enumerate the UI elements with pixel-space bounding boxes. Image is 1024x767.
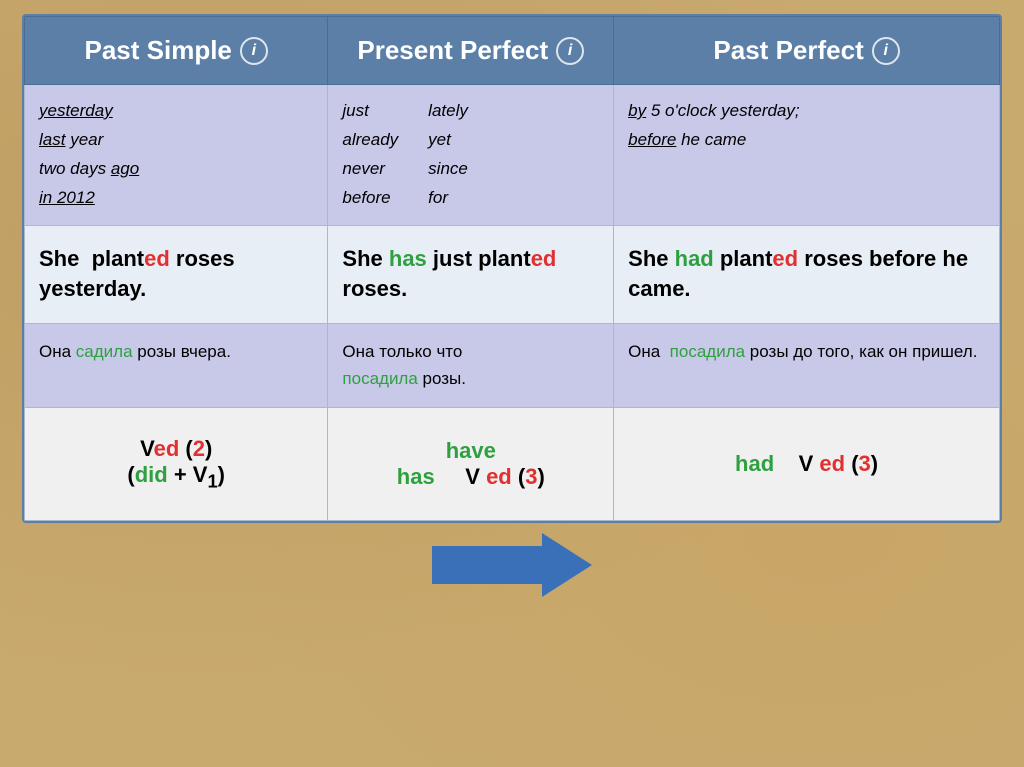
adverb-for: for xyxy=(428,184,468,213)
right-arrow xyxy=(432,533,592,597)
grammar-table: Past Simple i Present Perfect i Past Per… xyxy=(24,16,1000,521)
adverb-just: just xyxy=(342,97,398,126)
arrow-body xyxy=(432,546,542,584)
adverbs-col-left: just already never before xyxy=(342,97,398,213)
formula-ps-2: 2 xyxy=(193,436,205,461)
main-table-wrapper: Past Simple i Present Perfect i Past Per… xyxy=(22,14,1002,523)
formula-did: did xyxy=(135,462,168,487)
formula-pp-ed: ed xyxy=(486,464,512,489)
header-present-perfect: Present Perfect i xyxy=(328,17,614,85)
adverb-before: before xyxy=(342,184,398,213)
formula-have: have xyxy=(446,438,496,463)
formula-has: has xyxy=(397,464,435,489)
header-past-perfect: Past Perfect i xyxy=(614,17,1000,85)
adverbs-row: yesterday last year two days ago in 2012… xyxy=(25,85,1000,226)
adverb-yesterday: yesterday xyxy=(39,97,313,126)
past-simple-label: Past Simple xyxy=(85,35,232,66)
had-highlight: had xyxy=(675,246,714,271)
header-row: Past Simple i Present Perfect i Past Per… xyxy=(25,17,1000,85)
adverb-before-came: before he came xyxy=(628,126,985,155)
adverbs-col-right: lately yet since for xyxy=(428,97,468,213)
sentences-row: She planted roses yesterday. She has jus… xyxy=(25,225,1000,324)
adverb-last-year: last year xyxy=(39,126,313,155)
russian-past-perfect: Она посадила розы до того, как он пришел… xyxy=(614,324,1000,407)
russian-sadila: садила xyxy=(76,342,133,361)
info-icon-past-simple[interactable]: i xyxy=(240,37,268,65)
header-past-simple: Past Simple i xyxy=(25,17,328,85)
formula-pperf-3: 3 xyxy=(859,451,871,476)
formula-v1-sub: 1 xyxy=(207,470,217,491)
formula-ps-line2: (did + V1) xyxy=(35,462,317,492)
ed-highlight-pp: ed xyxy=(531,246,557,271)
formula-present-perfect: have has V ed (3) xyxy=(328,407,614,520)
adverb-by-5: by 5 o'clock yesterday; xyxy=(628,97,985,126)
sentence-past-perfect: She had planted roses before he came. xyxy=(614,225,1000,324)
ed-highlight-pperf: ed xyxy=(772,246,798,271)
formula-past-perfect: had V ed (3) xyxy=(614,407,1000,520)
formula-had: had xyxy=(735,451,774,476)
formula-pp-3: 3 xyxy=(525,464,537,489)
arrow-head xyxy=(542,533,592,597)
russian-posadila-pp: посадила xyxy=(342,369,417,388)
formula-ps-line1: Ved (2) xyxy=(35,436,317,462)
ed-highlight-ps: ed xyxy=(144,246,170,271)
has-highlight: has xyxy=(389,246,427,271)
adverb-never: never xyxy=(342,155,398,184)
formula-ps-ed: ed xyxy=(154,436,180,461)
formulas-row: Ved (2) (did + V1) have has V ed (3) xyxy=(25,407,1000,520)
adverb-already: already xyxy=(342,126,398,155)
adverb-yet: yet xyxy=(428,126,468,155)
past-perfect-label: Past Perfect xyxy=(713,35,863,66)
russian-posadila-pperf: посадила xyxy=(670,342,745,361)
adverbs-past-perfect: by 5 o'clock yesterday; before he came xyxy=(614,85,1000,226)
adverbs-present-perfect: just already never before lately yet sin… xyxy=(328,85,614,226)
russian-past-simple: Она садила розы вчера. xyxy=(25,324,328,407)
formula-pp-have: have xyxy=(338,438,603,464)
russian-present-perfect: Она только что посадила розы. xyxy=(328,324,614,407)
adverb-in-2012: in 2012 xyxy=(39,184,313,213)
russian-row: Она садила розы вчера. Она только что по… xyxy=(25,324,1000,407)
sentence-present-perfect: She has just planted roses. xyxy=(328,225,614,324)
adverb-two-days-ago: two days ago xyxy=(39,155,313,184)
adverb-lately: lately xyxy=(428,97,468,126)
formula-pp-has-ved: has V ed (3) xyxy=(338,464,603,490)
adverb-since: since xyxy=(428,155,468,184)
info-icon-past-perfect[interactable]: i xyxy=(872,37,900,65)
adverbs-past-simple: yesterday last year two days ago in 2012 xyxy=(25,85,328,226)
info-icon-present-perfect[interactable]: i xyxy=(556,37,584,65)
sentence-past-simple: She planted roses yesterday. xyxy=(25,225,328,324)
present-perfect-label: Present Perfect xyxy=(357,35,548,66)
arrow-container xyxy=(432,533,592,597)
formula-past-simple: Ved (2) (did + V1) xyxy=(25,407,328,520)
formula-pperf-ed: ed xyxy=(819,451,845,476)
